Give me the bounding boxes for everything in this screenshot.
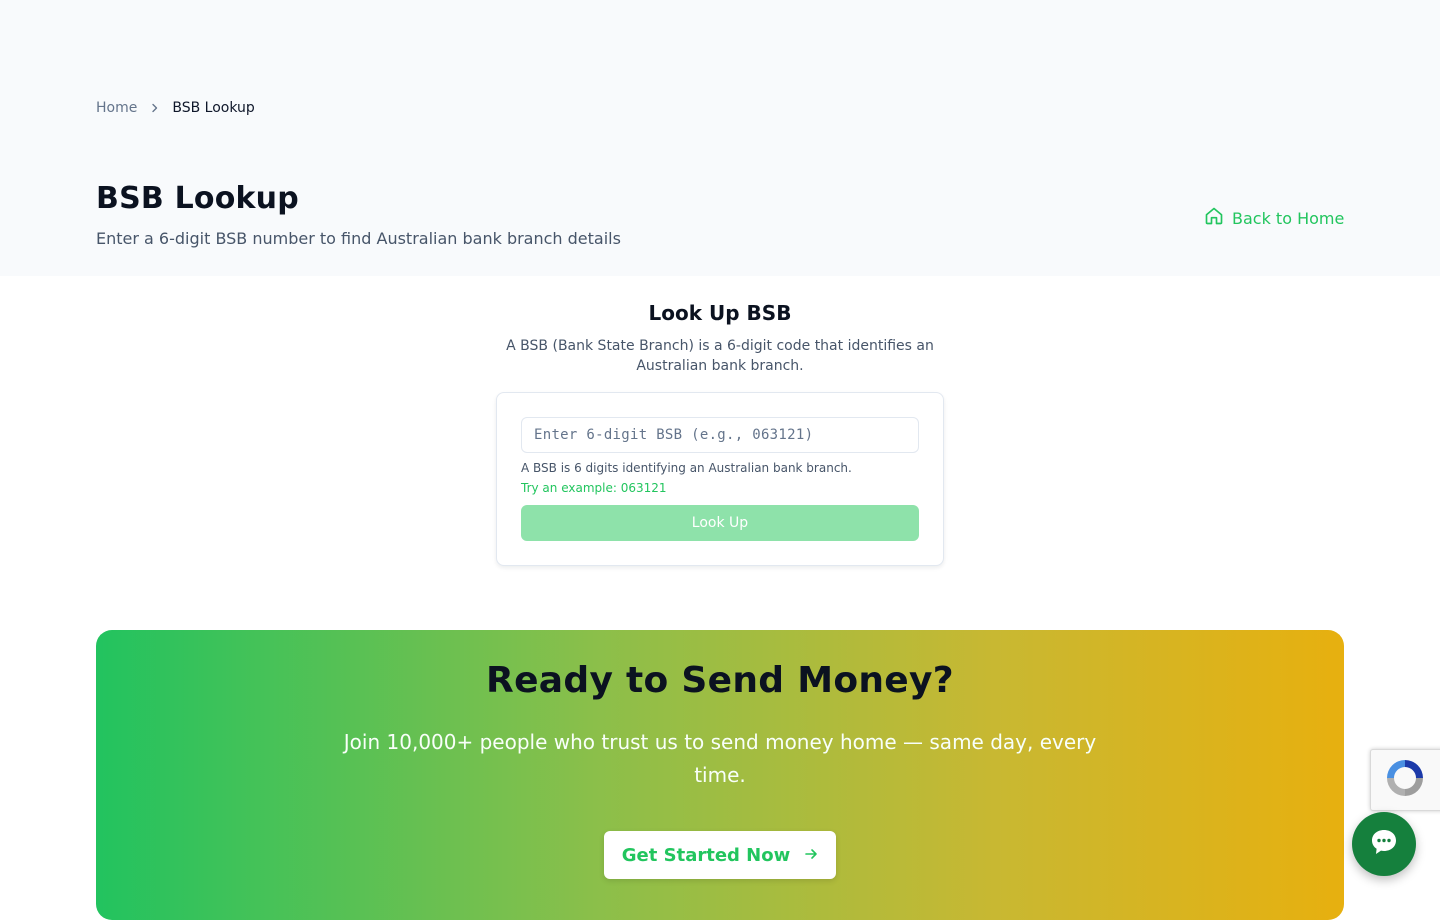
- breadcrumb-home-link[interactable]: Home: [96, 100, 137, 116]
- cta-banner: Ready to Send Money? Join 10,000+ people…: [96, 630, 1344, 920]
- back-to-home-link[interactable]: Back to Home: [1204, 206, 1344, 230]
- chat-button[interactable]: [1352, 812, 1416, 876]
- bsb-input[interactable]: [521, 417, 919, 453]
- page-title: BSB Lookup: [96, 181, 299, 216]
- arrow-right-icon: [804, 845, 818, 866]
- recaptcha-logo: [1383, 756, 1427, 804]
- lookup-description: A BSB (Bank State Branch) is a 6-digit c…: [506, 338, 934, 374]
- cta-text: Join 10,000+ people who trust us to send…: [343, 730, 1097, 787]
- bsb-lookup-card: A BSB is 6 digits identifying an Austral…: [496, 392, 944, 566]
- get-started-button[interactable]: Get Started Now: [604, 831, 836, 879]
- bsb-hint: A BSB is 6 digits identifying an Austral…: [521, 461, 852, 475]
- cta-title: Ready to Send Money?: [486, 660, 954, 701]
- back-to-home-label: Back to Home: [1232, 208, 1345, 228]
- recaptcha-badge[interactable]: [1370, 749, 1440, 811]
- home-icon: [1204, 206, 1224, 230]
- look-up-button[interactable]: Look Up: [521, 505, 919, 541]
- chevron-right-icon: [150, 103, 160, 113]
- page-subtitle: Enter a 6-digit BSB number to find Austr…: [96, 229, 621, 248]
- get-started-label: Get Started Now: [621, 844, 791, 866]
- chat-bubble-icon: [1368, 826, 1400, 862]
- breadcrumb-current: BSB Lookup: [172, 100, 255, 116]
- breadcrumb: Home BSB Lookup: [96, 100, 255, 116]
- example-bsb-link[interactable]: Try an example: 063121: [521, 481, 667, 495]
- lookup-section-title: Look Up BSB: [648, 301, 792, 325]
